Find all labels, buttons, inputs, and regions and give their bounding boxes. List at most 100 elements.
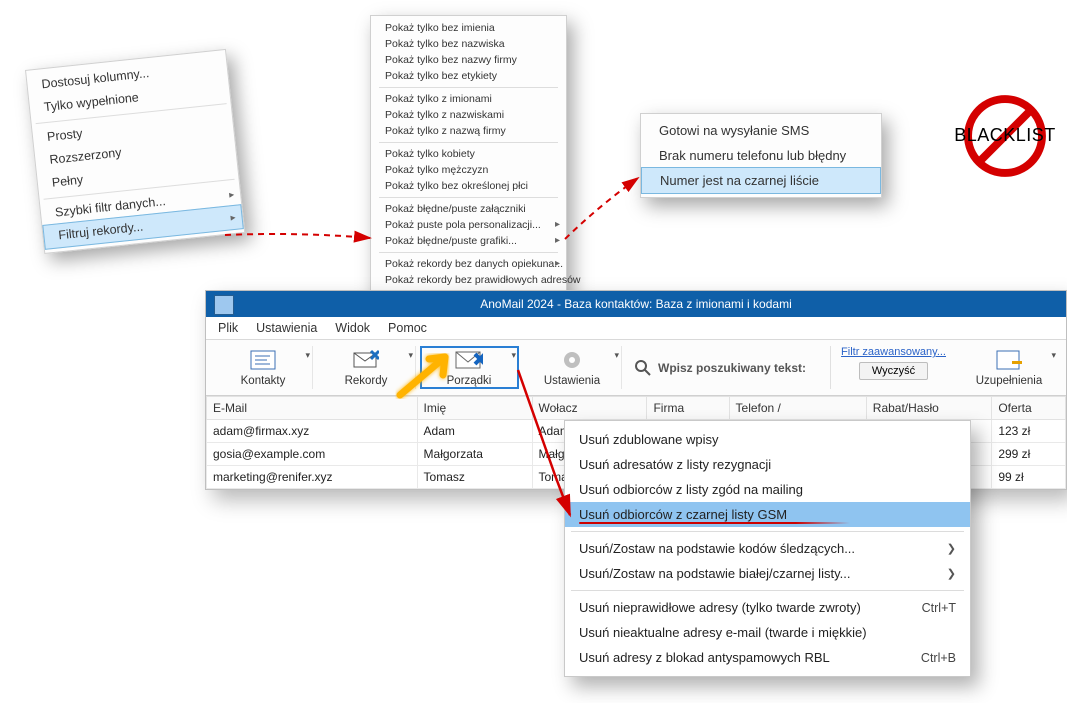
menu-item-label: Usuń adresy z blokad antyspamowych RBL [579,650,830,665]
menu-item-label: Usuń odbiorców z czarnej listy GSM [579,507,787,522]
menu-item[interactable]: Pokaż błędne/puste załączniki [371,201,566,217]
table-cell: 299 zł [992,443,1066,466]
records-icon [352,348,380,372]
table-column-header[interactable]: E-Mail [207,397,418,420]
chevron-right-icon: ❯ [947,542,956,555]
menu-separator [379,197,558,198]
dropdown-icon[interactable]: ▾ [1051,350,1056,361]
menu-pomoc[interactable]: Pomoc [388,321,427,335]
toolbar: ▾ Kontakty ▾ Rekordy ▾ Porządki ▾ Us [206,340,1066,396]
table-cell: Małgorzata [417,443,532,466]
menu-item[interactable]: Usuń adresatów z listy rezygnacji [565,452,970,477]
title-text: AnoMail 2024 - Baza kontaktów: Baza z im… [480,297,791,311]
menu-item[interactable]: Usuń odbiorców z czarnej listy GSM [565,502,970,527]
menu-item[interactable]: Usuń/Zostaw na podstawie kodów śledzącyc… [565,536,970,561]
menu-plik[interactable]: Plik [218,321,238,335]
chevron-right-icon: ▸ [555,219,560,231]
menu-item[interactable]: Pokaż rekordy bez prawidłowych adresów [371,272,566,288]
blacklist-label: BLACKLIST [954,125,1056,146]
table-cell: marketing@renifer.xyz [207,466,418,489]
table-column-header[interactable]: Firma [647,397,729,420]
porzadki-context-menu[interactable]: Usuń zdublowane wpisy Usuń adresatów z li… [564,420,971,677]
menu-item[interactable]: Usuń/Zostaw na podstawie białej/czarnej … [565,561,970,586]
menu-item[interactable]: Pokaż tylko bez nazwiska [371,36,566,52]
menu-item-label: Usuń/Zostaw na podstawie białej/czarnej … [579,566,850,581]
menu-item[interactable]: Pokaż błędne/puste grafiki...▸ [371,233,566,249]
table-cell: adam@firmax.xyz [207,420,418,443]
menu-bar[interactable]: Plik Ustawienia Widok Pomoc [206,317,1066,340]
table-header-row[interactable]: E-MailImięWołaczFirmaTelefon /Rabat/Hasł… [207,397,1066,420]
menu-item[interactable]: Pokaż tylko z imionami [371,91,566,107]
toolbar-rekordy-label: Rekordy [345,375,388,387]
menu-item-label: Usuń/Zostaw na podstawie kodów śledzącyc… [579,541,855,556]
search-label: Wpisz poszukiwany tekst: [658,361,806,375]
menu-shortcut: Ctrl+B [921,651,956,665]
dropdown-icon[interactable]: ▾ [614,350,619,361]
menu-item[interactable]: Brak numeru telefonu lub błędny [641,143,881,168]
menu-item[interactable]: Usuń nieprawidłowe adresy (tylko twarde … [565,595,970,620]
menu-item[interactable]: Pokaż tylko bez nazwy firmy [371,52,566,68]
menu-widok[interactable]: Widok [335,321,370,335]
menu-item[interactable]: Gotowi na wysyłanie SMS [641,118,881,143]
menu-item[interactable]: Usuń odbiorców z listy zgód na mailing [565,477,970,502]
menu-item[interactable]: Pokaż tylko bez określonej płci [371,178,566,194]
table-cell: Adam [417,420,532,443]
menu-separator [379,87,558,88]
table-column-header[interactable]: Wołacz [532,397,647,420]
advanced-filter-link[interactable]: Filtr zaawansowany... [841,346,946,358]
toolbar-ustawienia-label: Ustawienia [544,375,600,387]
toolbar-porzadki[interactable]: ▾ Porządki [420,346,519,389]
toolbar-porzadki-label: Porządki [447,375,492,387]
chevron-right-icon: ▸ [555,258,560,270]
menu-separator [379,252,558,253]
menu-item-label: Usuń nieprawidłowe adresy (tylko twarde … [579,600,861,615]
fill-icon [995,348,1023,372]
menu-item[interactable]: Pokaż tylko mężczyzn [371,162,566,178]
annotation-underline [579,522,850,524]
menu-item[interactable]: Pokaż puste pola personalizacji...▸ [371,217,566,233]
menu-ustawienia[interactable]: Ustawienia [256,321,317,335]
menu-item[interactable]: Usuń adresy z blokad antyspamowych RBL Ct… [565,645,970,670]
menu-item[interactable]: Numer jest na czarnej liście [641,167,881,194]
chevron-right-icon: ▸ [228,187,235,202]
dropdown-icon[interactable]: ▾ [305,350,310,361]
context-menu-adjust-columns[interactable]: Dostosuj kolumny...Tylko wypełnioneProst… [25,49,245,254]
menu-item[interactable]: Pokaż tylko bez etykiety [371,68,566,84]
menu-item[interactable]: Pokaż rekordy bez danych opiekuna...▸ [371,256,566,272]
table-column-header[interactable]: Imię [417,397,532,420]
toolbar-uzupelnienia[interactable]: ▾ Uzupełnienia [960,346,1058,389]
blacklist-badge: BLACKLIST [961,92,1049,180]
menu-item[interactable]: Pokaż tylko bez imienia [371,20,566,36]
table-column-header[interactable]: Oferta [992,397,1066,420]
menu-item[interactable]: Pokaż tylko z nazwą firmy [371,123,566,139]
dropdown-icon[interactable]: ▾ [408,350,413,361]
chevron-right-icon: ▸ [555,235,560,247]
toolbar-rekordy[interactable]: ▾ Rekordy [317,346,416,389]
menu-item[interactable]: Pokaż tylko z nazwiskami [371,107,566,123]
chevron-right-icon: ▸ [230,210,237,225]
toolbar-ustawienia[interactable]: ▾ Ustawienia [523,346,622,389]
menu-item[interactable]: Pokaż tylko kobiety [371,146,566,162]
toolbar-search-area: Wpisz poszukiwany tekst: [634,346,826,389]
context-menu-sms-filter[interactable]: Gotowi na wysyłanie SMSBrak numeru telef… [640,113,882,198]
dropdown-icon[interactable]: ▾ [511,350,516,361]
menu-separator [571,590,964,591]
menu-item-label: Usuń zdublowane wpisy [579,432,718,447]
menu-item-label: Usuń adresatów z listy rezygnacji [579,457,771,472]
table-cell: 99 zł [992,466,1066,489]
table-column-header[interactable]: Telefon / [729,397,866,420]
toolbar-kontakty[interactable]: ▾ Kontakty [214,346,313,389]
menu-item[interactable]: Usuń nieaktualne adresy e-mail (twarde i… [565,620,970,645]
menu-item-label: Usuń nieaktualne adresy e-mail (twarde i… [579,625,867,640]
table-column-header[interactable]: Rabat/Hasło [866,397,992,420]
table-cell: Tomasz [417,466,532,489]
menu-item[interactable]: Usuń zdublowane wpisy [565,427,970,452]
gear-icon [558,348,586,372]
clear-button[interactable]: Wyczyść [859,362,928,380]
menu-shortcut: Ctrl+T [922,601,956,615]
toolbar-kontakty-label: Kontakty [241,375,286,387]
cleanup-icon [455,348,483,372]
table-cell: 123 zł [992,420,1066,443]
menu-separator [571,531,964,532]
menu-item-label: Usuń odbiorców z listy zgód na mailing [579,482,803,497]
